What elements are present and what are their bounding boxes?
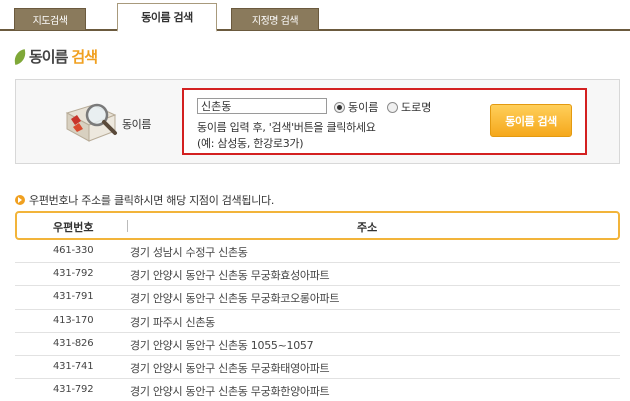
zip-code[interactable]: 431-792	[53, 384, 94, 395]
address[interactable]: 경기 안양시 동안구 신촌동 무궁화효성아파트	[130, 267, 330, 283]
bullet-arrow-icon	[15, 195, 25, 205]
radio-dong-name[interactable]: 동이름	[334, 99, 378, 115]
notice-text: 우편번호나 주소를 클릭하시면 해당 지점이 검색됩니다.	[29, 194, 275, 207]
zip-code[interactable]: 431-791	[53, 291, 94, 302]
section-title-main: 동이름	[29, 48, 68, 66]
results-table: 461-330 경기 성남시 수정구 신촌동 431-792 경기 안양시 동안…	[15, 240, 620, 401]
search-form: 동이름 도로명 동이름 입력 후, '검색'버튼을 클릭하세요 (예: 삼성동,…	[182, 88, 587, 155]
radio-unselected-indicator	[387, 101, 398, 113]
address[interactable]: 경기 안양시 동안구 신촌동 무궁화코오롱아파트	[130, 290, 339, 306]
address[interactable]: 경기 파주시 신촌동	[130, 314, 215, 330]
zip-code[interactable]: 431-741	[53, 361, 94, 372]
table-row[interactable]: 431-741 경기 안양시 동안구 신촌동 무궁화태영아파트	[15, 356, 620, 380]
section-title-accent: 검색	[71, 48, 98, 66]
radio-selected-indicator	[334, 101, 345, 113]
search-panel: 동이름 동이름 도로명 동이름 입력 후, '검색'버튼을 클릭하세요 (예: …	[15, 79, 620, 164]
search-help-text: 동이름 입력 후, '검색'버튼을 클릭하세요	[197, 121, 376, 134]
result-notice: 우편번호나 주소를 클릭하시면 해당 지점이 검색됩니다.	[15, 192, 274, 208]
address[interactable]: 경기 안양시 동안구 신촌동 1055~1057	[130, 337, 314, 353]
tab-branch-search[interactable]: 지정명 검색	[231, 8, 319, 30]
radio-road-name[interactable]: 도로명	[387, 99, 431, 115]
column-header-address: 주소	[357, 221, 378, 234]
column-header-zip: 우편번호	[53, 221, 94, 234]
dong-search-button[interactable]: 동이름 검색	[490, 104, 572, 137]
search-example-text: (예: 삼성동, 한강로3가)	[197, 137, 304, 150]
radio-dong-label: 동이름	[348, 101, 379, 114]
zip-code[interactable]: 413-170	[53, 315, 94, 326]
section-title: 동이름 검색	[12, 46, 98, 67]
dong-search-input[interactable]	[197, 98, 327, 114]
table-row[interactable]: 431-791 경기 안양시 동안구 신촌동 무궁화코오롱아파트	[15, 286, 620, 310]
tab-map-search[interactable]: 지도검색	[14, 8, 86, 30]
tab-dong-search[interactable]: 동이름 검색	[117, 3, 217, 32]
table-row[interactable]: 431-792 경기 안양시 동안구 신촌동 무궁화효성아파트	[15, 263, 620, 287]
address[interactable]: 경기 안양시 동안구 신촌동 무궁화태영아파트	[130, 360, 330, 376]
address[interactable]: 경기 안양시 동안구 신촌동 무궁화한양아파트	[130, 383, 330, 399]
zip-code[interactable]: 431-826	[53, 338, 94, 349]
radio-road-label: 도로명	[401, 101, 432, 114]
zip-code[interactable]: 461-330	[53, 245, 94, 256]
zip-code[interactable]: 431-792	[53, 268, 94, 279]
table-row[interactable]: 461-330 경기 성남시 수정구 신촌동	[15, 240, 620, 264]
search-label: 동이름	[122, 118, 151, 131]
table-row[interactable]: 413-170 경기 파주시 신촌동	[15, 310, 620, 333]
table-row[interactable]: 431-792 경기 안양시 동안구 신촌동 무궁화한양아파트	[15, 379, 620, 401]
address[interactable]: 경기 성남시 수정구 신촌동	[130, 244, 248, 260]
table-header: 우편번호 주소	[15, 211, 620, 240]
table-row[interactable]: 431-826 경기 안양시 동안구 신촌동 1055~1057	[15, 333, 620, 356]
header-divider	[127, 220, 128, 232]
magnifier-map-icon	[65, 103, 117, 142]
leaf-icon	[12, 48, 28, 65]
tab-bar: 지도검색 동이름 검색 지정명 검색	[0, 0, 630, 33]
